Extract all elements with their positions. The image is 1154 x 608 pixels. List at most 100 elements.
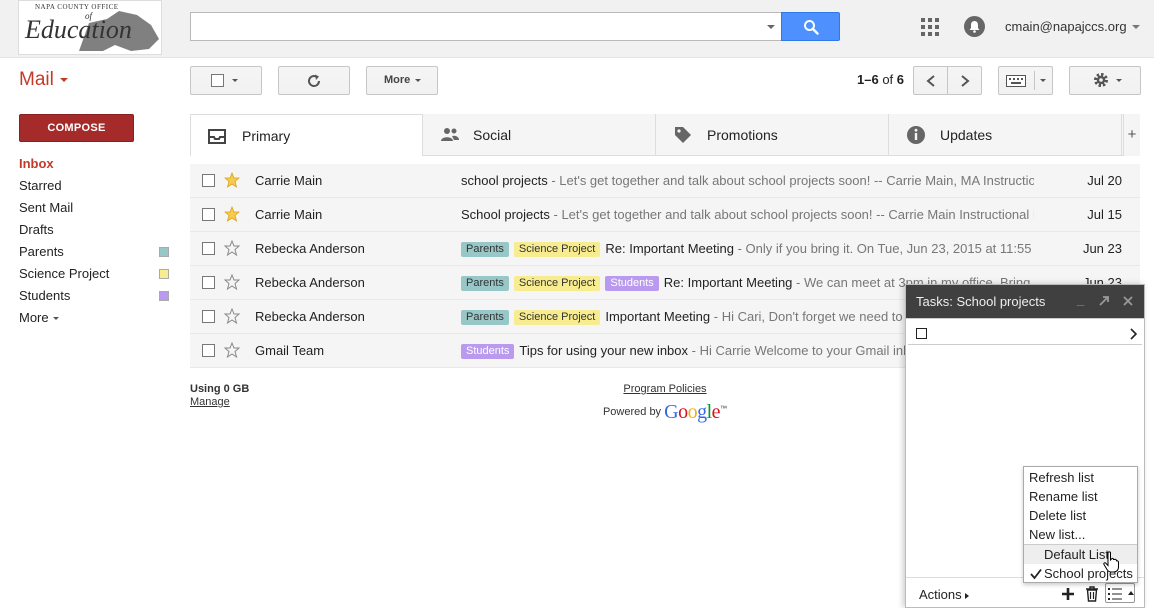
chevron-right-icon[interactable] bbox=[1130, 328, 1138, 340]
task-checkbox[interactable] bbox=[916, 328, 927, 339]
trash-icon[interactable] bbox=[1085, 586, 1099, 602]
tab-label: Social bbox=[473, 127, 512, 143]
sidebar-item-sent-mail[interactable]: Sent Mail bbox=[19, 197, 179, 219]
older-button[interactable] bbox=[947, 66, 982, 95]
sidebar-item-inbox[interactable]: Inbox bbox=[19, 153, 179, 175]
row-checkbox[interactable] bbox=[202, 344, 215, 357]
menu-item-default-list[interactable]: Default List bbox=[1024, 545, 1137, 564]
sidebar-item-more[interactable]: More bbox=[19, 307, 179, 329]
menu-item-label: Default List bbox=[1044, 547, 1110, 562]
compose-button[interactable]: COMPOSE bbox=[19, 114, 134, 142]
label-chip-science-project[interactable]: Science Project bbox=[513, 276, 601, 291]
star-filled-icon[interactable] bbox=[224, 206, 240, 222]
select-all-checkbox[interactable] bbox=[211, 74, 224, 87]
menu-item-delete-list[interactable]: Delete list bbox=[1024, 506, 1137, 525]
manage-storage-link[interactable]: Manage bbox=[190, 396, 249, 408]
menu-item-label: School projects bbox=[1044, 566, 1133, 581]
star-outline-icon[interactable] bbox=[224, 274, 240, 290]
search-input[interactable] bbox=[190, 12, 781, 41]
sidebar-item-drafts[interactable]: Drafts bbox=[19, 219, 179, 241]
row-checkbox[interactable] bbox=[202, 242, 215, 255]
label-color-swatch[interactable] bbox=[159, 247, 169, 257]
settings-button[interactable] bbox=[1069, 66, 1141, 95]
row-checkbox[interactable] bbox=[202, 208, 215, 221]
label-color-swatch[interactable] bbox=[159, 291, 169, 301]
table-row[interactable]: Carrie Main School projects - Let's get … bbox=[190, 198, 1140, 232]
row-checkbox[interactable] bbox=[202, 174, 215, 187]
add-task-icon[interactable] bbox=[1061, 587, 1075, 601]
sidebar-item-label: Sent Mail bbox=[19, 200, 74, 215]
mail-switcher-caret-icon[interactable] bbox=[60, 78, 68, 82]
input-tools-button[interactable] bbox=[998, 66, 1053, 95]
program-policies-link[interactable]: Program Policies bbox=[590, 383, 740, 395]
tag-icon bbox=[675, 127, 691, 143]
newer-button[interactable] bbox=[913, 66, 948, 95]
label-chip-science-project[interactable]: Science Project bbox=[513, 310, 601, 325]
star-outline-icon[interactable] bbox=[224, 342, 240, 358]
sidebar-item-label: Drafts bbox=[19, 222, 54, 237]
tab-primary[interactable]: Primary bbox=[190, 114, 423, 157]
tasks-header[interactable]: Tasks: School projects _ bbox=[906, 285, 1144, 318]
chevron-right-icon bbox=[961, 75, 970, 87]
add-tab-button[interactable]: + bbox=[1123, 114, 1140, 156]
row-checkbox[interactable] bbox=[202, 276, 215, 289]
sidebar-item-science-project[interactable]: Science Project bbox=[19, 263, 179, 285]
checkmark-icon bbox=[1030, 568, 1042, 580]
label-color-swatch[interactable] bbox=[159, 269, 169, 279]
account-email[interactable]: cmain@napajccs.org bbox=[1005, 19, 1127, 34]
menu-item-new-list[interactable]: New list... bbox=[1024, 525, 1137, 544]
star-filled-icon[interactable] bbox=[224, 172, 240, 188]
label-chip-parents[interactable]: Parents bbox=[461, 276, 509, 291]
menu-item-refresh-list[interactable]: Refresh list bbox=[1024, 468, 1137, 487]
people-icon bbox=[441, 128, 459, 141]
notifications-bell-icon[interactable] bbox=[964, 16, 985, 37]
info-icon bbox=[907, 126, 925, 144]
table-row[interactable]: Carrie Main school projects - Let's get … bbox=[190, 164, 1140, 198]
label-chip-students[interactable]: Students bbox=[605, 276, 659, 291]
label-chip-parents[interactable]: Parents bbox=[461, 310, 509, 325]
logo-main-text: Education bbox=[25, 15, 132, 44]
select-all-button[interactable] bbox=[190, 66, 262, 95]
list-icon bbox=[1108, 588, 1122, 600]
star-outline-icon[interactable] bbox=[224, 240, 240, 256]
sidebar-item-starred[interactable]: Starred bbox=[19, 175, 179, 197]
pop-out-icon[interactable] bbox=[1098, 295, 1110, 307]
search-options-caret-icon[interactable] bbox=[767, 25, 775, 29]
more-actions-button[interactable]: More bbox=[366, 66, 438, 95]
table-row[interactable]: Rebecka Anderson Parents Science Project R… bbox=[190, 232, 1140, 266]
task-item[interactable] bbox=[908, 323, 1142, 345]
sidebar-item-label: Science Project bbox=[19, 266, 110, 281]
email-sender: Rebecka Anderson bbox=[255, 241, 365, 256]
email-sender: Carrie Main bbox=[255, 173, 323, 188]
search-button[interactable] bbox=[781, 12, 840, 41]
refresh-button[interactable] bbox=[278, 66, 350, 95]
account-caret-icon[interactable] bbox=[1132, 25, 1140, 29]
tab-label: Promotions bbox=[707, 127, 778, 143]
inbox-category-tabs: Primary Social Promotions Updates bbox=[190, 114, 1140, 157]
menu-item-school-projects[interactable]: School projects bbox=[1024, 564, 1137, 583]
switch-list-button[interactable] bbox=[1105, 583, 1135, 603]
tab-social[interactable]: Social bbox=[423, 114, 656, 156]
tasks-actions-menu[interactable]: Actions bbox=[919, 587, 969, 602]
menu-item-rename-list[interactable]: Rename list bbox=[1024, 487, 1137, 506]
close-icon[interactable] bbox=[1122, 295, 1134, 307]
refresh-icon bbox=[308, 74, 321, 87]
minimize-icon[interactable]: _ bbox=[1077, 293, 1084, 306]
row-checkbox[interactable] bbox=[202, 310, 215, 323]
label-chip-science-project[interactable]: Science Project bbox=[513, 242, 601, 257]
google-letter: o bbox=[678, 401, 688, 423]
star-outline-icon[interactable] bbox=[224, 308, 240, 324]
tab-promotions[interactable]: Promotions bbox=[656, 114, 889, 156]
tab-updates[interactable]: Updates bbox=[889, 114, 1122, 156]
label-chip-students[interactable]: Students bbox=[461, 344, 515, 359]
email-subject-line: School projects - Let's get together and… bbox=[461, 207, 1034, 225]
mail-switcher[interactable]: Mail bbox=[19, 69, 54, 91]
apps-grid-icon[interactable] bbox=[921, 18, 939, 36]
trademark-symbol: ™ bbox=[720, 405, 728, 413]
google-letter: o bbox=[687, 401, 698, 423]
hand-cursor-icon bbox=[1103, 551, 1119, 573]
sidebar-item-students[interactable]: Students bbox=[19, 285, 179, 307]
napa-county-education-logo[interactable]: NAPA COUNTY OFFICE of Education bbox=[18, 0, 162, 55]
label-chip-parents[interactable]: Parents bbox=[461, 242, 509, 257]
sidebar-item-parents[interactable]: Parents bbox=[19, 241, 179, 263]
